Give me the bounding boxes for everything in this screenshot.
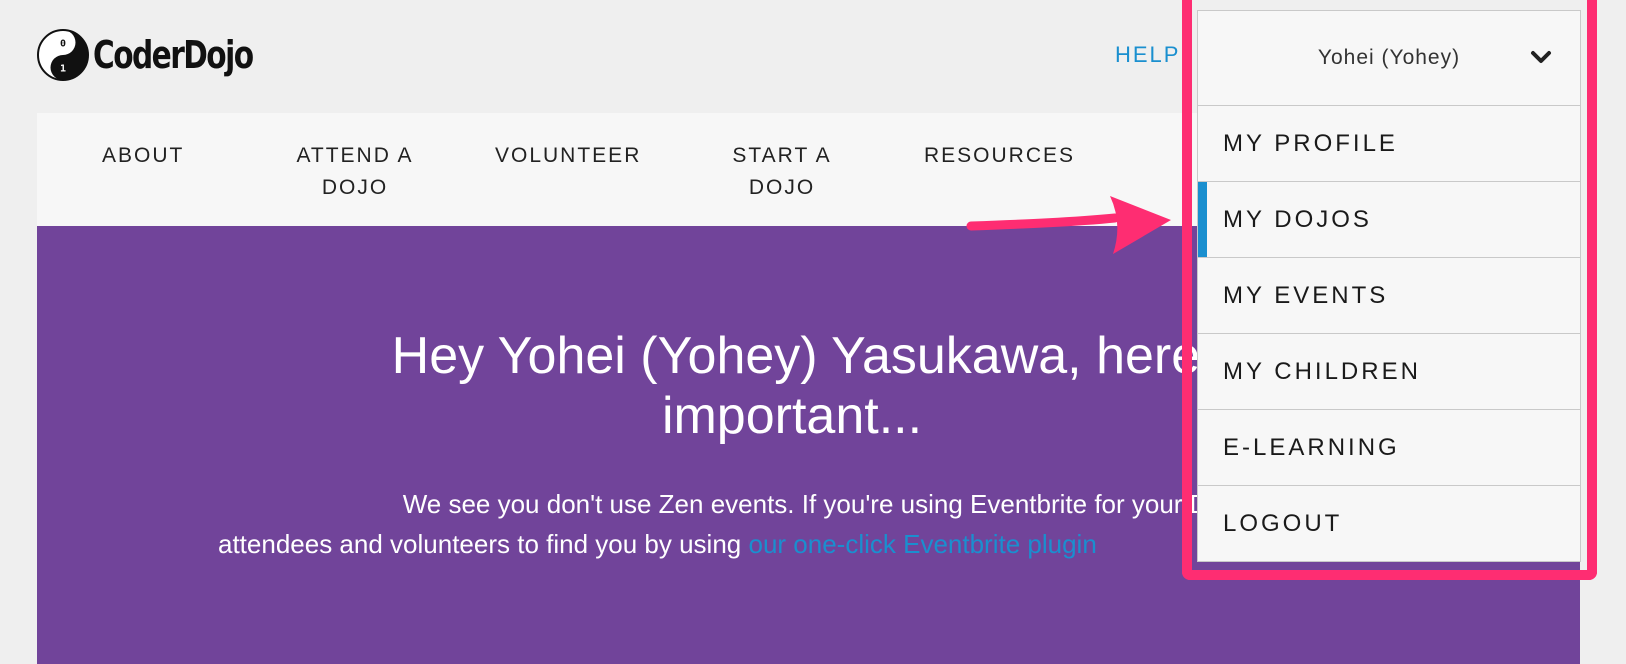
user-dropdown-menu: Yohei (Yohey) MY PROFILE MY DOJOS MY EVE… <box>1197 10 1581 562</box>
hero-sub-text: attendees and volunteers to find you by … <box>218 529 749 559</box>
svg-text:0: 0 <box>60 39 66 50</box>
menu-item-label: E-LEARNING <box>1223 433 1400 461</box>
user-name-label: Yohei (Yohey) <box>1317 46 1461 69</box>
hero-sub-line2: attendees and volunteers to find you by … <box>187 524 1327 564</box>
menu-item-label: MY DOJOS <box>1223 205 1372 233</box>
menu-item-my-profile[interactable]: MY PROFILE <box>1198 106 1580 182</box>
nav-item-label: ATTEND A DOJO <box>296 144 414 199</box>
nav-item-label: VOLUNTEER <box>495 144 642 167</box>
menu-item-my-events[interactable]: MY EVENTS <box>1198 258 1580 334</box>
menu-item-logout[interactable]: LOGOUT <box>1198 486 1580 561</box>
menu-item-e-learning[interactable]: E-LEARNING <box>1198 410 1580 486</box>
nav-item-label: RESOURCES <box>924 144 1076 167</box>
coderdojo-logo[interactable]: 0 1 CoderDojo <box>37 28 298 82</box>
nav-item-attend-a-dojo[interactable]: ATTEND A DOJO <box>295 140 415 204</box>
chevron-down-icon <box>1531 51 1551 63</box>
nav-item-resources[interactable]: RESOURCES <box>924 140 1073 172</box>
menu-item-label: MY PROFILE <box>1223 129 1398 157</box>
nav-item-volunteer[interactable]: VOLUNTEER <box>495 140 640 172</box>
menu-item-label: MY CHILDREN <box>1223 357 1421 385</box>
menu-item-label: LOGOUT <box>1223 509 1343 537</box>
hero-subtitle: We see you don't use Zen events. If you'… <box>187 484 1327 564</box>
svg-text:1: 1 <box>60 64 66 75</box>
logo-wordmark: CoderDojo <box>93 33 254 77</box>
menu-item-my-dojos[interactable]: MY DOJOS <box>1198 182 1580 258</box>
hero-sub-line: We see you don't use Zen events. If you'… <box>402 489 1327 519</box>
nav-item-about[interactable]: ABOUT <box>102 140 182 172</box>
nav-item-label: ABOUT <box>102 144 185 167</box>
nav-item-label: START A DOJO <box>732 144 832 199</box>
menu-item-my-children[interactable]: MY CHILDREN <box>1198 334 1580 410</box>
help-link[interactable]: HELP <box>1115 42 1180 68</box>
yin-yang-logo-icon: 0 1 <box>37 29 89 81</box>
menu-item-label: MY EVENTS <box>1223 281 1389 309</box>
eventbrite-plugin-link[interactable]: our one-click Eventbrite plugin <box>748 529 1096 559</box>
nav-item-start-a-dojo[interactable]: START A DOJO <box>697 140 867 204</box>
annotation-arrow-icon <box>966 196 1171 254</box>
user-menu-toggle[interactable]: Yohei (Yohey) <box>1198 11 1580 106</box>
